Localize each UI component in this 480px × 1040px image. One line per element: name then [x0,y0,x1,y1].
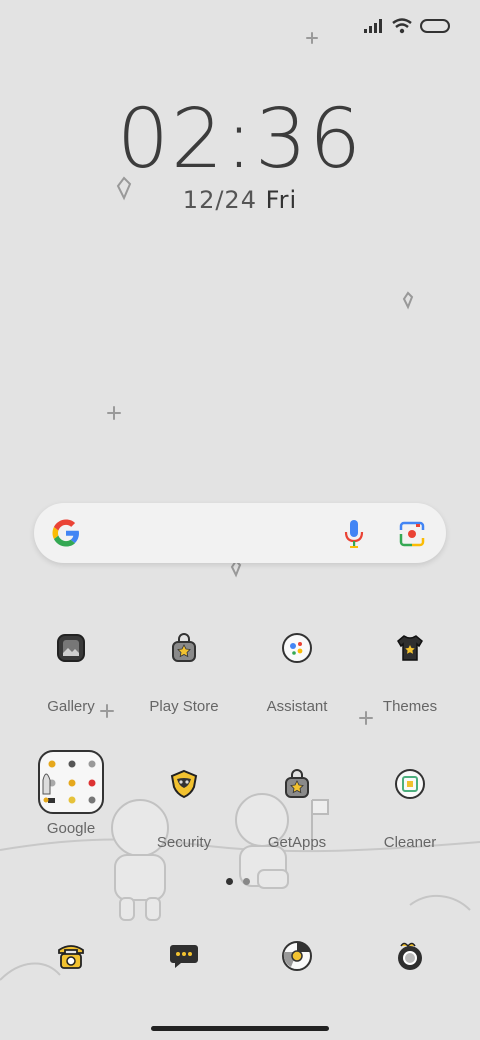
app-label: Assistant [266,698,328,715]
camera-icon [388,934,432,978]
app-label: GetApps [267,834,327,851]
app-label: Gallery [47,698,95,715]
mic-icon[interactable] [342,519,366,549]
page-dot-2[interactable] [243,878,250,885]
weekday-text: Fri [265,186,298,214]
security-icon [162,762,206,806]
date-text: 12/24 [182,186,257,214]
app-gallery[interactable]: Gallery [16,626,126,715]
dock-phone[interactable] [16,934,126,978]
dock-messages[interactable] [129,934,239,978]
messages-icon [162,934,206,978]
app-assistant[interactable]: Assistant [242,626,352,715]
app-label: Cleaner [383,834,437,851]
cleaner-icon [388,762,432,806]
gesture-nav-bar[interactable] [151,1026,329,1031]
themes-icon [388,626,432,670]
phone-icon [49,934,93,978]
app-google-folder[interactable]: Google [16,750,126,837]
dock-camera[interactable] [355,934,465,978]
dock-browser[interactable] [242,934,352,978]
status-bar [364,18,450,34]
google-g-icon [52,519,79,547]
page-indicator[interactable] [226,878,250,885]
clock-time[interactable]: 02:36 [0,92,480,187]
app-label: Google [46,820,96,837]
google-folder-icon [38,750,104,814]
app-label: Themes [382,698,438,715]
gallery-icon [49,626,93,670]
wifi-icon [392,18,412,34]
play-store-icon [162,626,206,670]
clock-date[interactable]: 12/24 Fri [0,186,480,214]
assistant-icon [275,626,319,670]
app-label: Play Store [149,698,219,715]
app-play-store[interactable]: Play Store [129,626,239,715]
app-themes[interactable]: Themes [355,626,465,715]
battery-icon [420,19,450,33]
app-security[interactable]: Security [129,762,239,851]
getapps-icon [275,762,319,806]
app-cleaner[interactable]: Cleaner [355,762,465,851]
browser-icon [275,934,319,978]
signal-icon [364,19,382,33]
app-getapps[interactable]: GetApps [242,762,352,851]
lens-icon[interactable] [398,520,426,548]
google-search-bar[interactable] [34,503,446,563]
page-dot-1[interactable] [226,878,233,885]
app-label: Security [156,834,212,851]
